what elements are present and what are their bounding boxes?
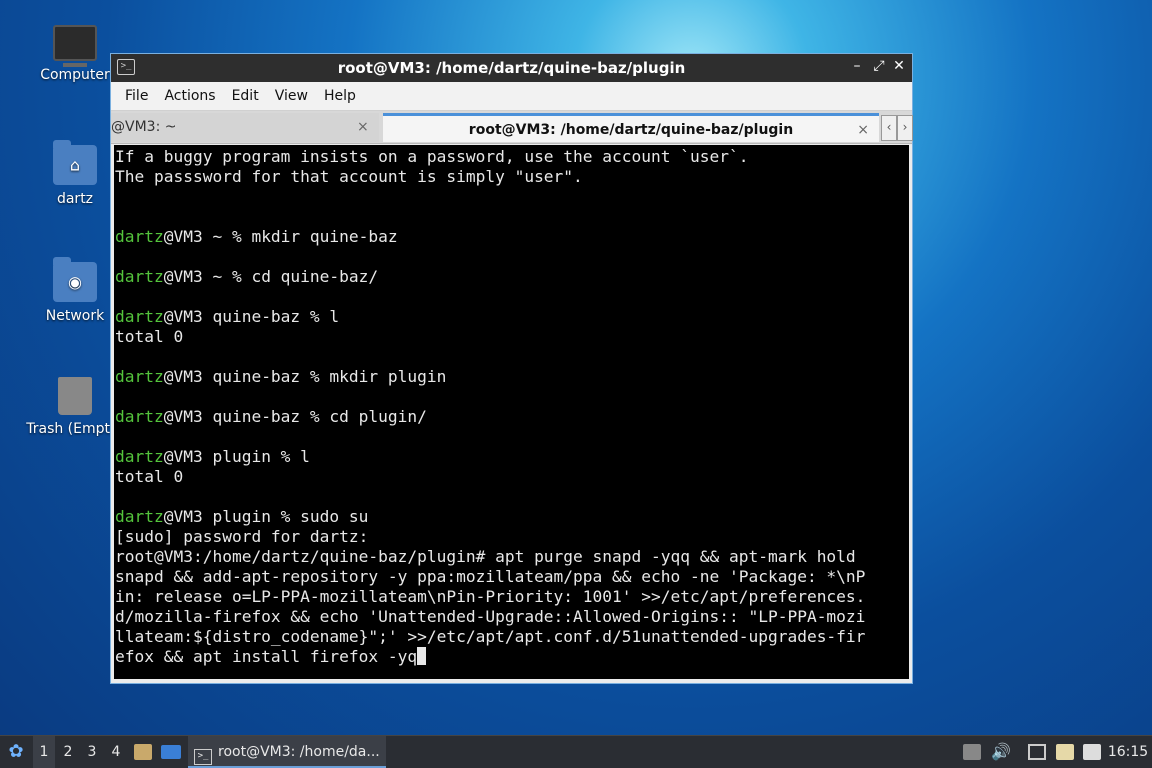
taskbar-terminal-button[interactable]: >_ root@VM3: /home/da... <box>188 736 386 768</box>
terminal-line: dartz@VM3 quine-baz % l <box>115 307 909 327</box>
terminal-line-text: efox && apt install firefox -yq <box>115 647 418 666</box>
terminal-line-text: @VM3 ~ % cd quine-baz/ <box>163 267 379 286</box>
terminal-line-text: The passsword for that account is simply… <box>115 167 583 186</box>
taskbar: ✿ 1 2 3 4 >_ root@VM3: /home/da... 🔊 16:1… <box>0 735 1152 768</box>
tab-home[interactable]: @VM3: ~ × <box>111 113 379 142</box>
computer-icon <box>53 25 97 67</box>
tab-scroll-right-button[interactable]: › <box>897 115 913 141</box>
minimize-button[interactable]: – <box>848 58 866 74</box>
terminal-line: d/mozilla-firefox && echo 'Unattended-Up… <box>115 607 909 627</box>
prompt-user: dartz <box>115 307 164 326</box>
terminal-icon: >_ <box>194 749 212 765</box>
terminal-line: llateam:${distro_codename}";' >>/etc/apt… <box>115 627 909 647</box>
terminal-window: >_ root@VM3: /home/dartz/quine-baz/plugi… <box>110 53 913 684</box>
notification-icon[interactable] <box>1083 744 1101 760</box>
terminal-line-text: [sudo] password for dartz: <box>115 527 369 546</box>
terminal-cursor <box>417 647 427 665</box>
tab-label: root@VM3: /home/dartz/quine-baz/plugin <box>468 122 794 138</box>
terminal-line-text: in: release o=LP-PPA-mozillateam\nPin-Pr… <box>115 587 866 606</box>
tab-plugin[interactable]: root@VM3: /home/dartz/quine-baz/plugin × <box>383 113 879 142</box>
terminal-line: total 0 <box>115 327 909 347</box>
prompt-user: dartz <box>115 267 164 286</box>
terminal-line-text: @VM3 ~ % mkdir quine-baz <box>163 227 398 246</box>
menu-edit[interactable]: Edit <box>224 88 267 104</box>
file-manager-icon[interactable] <box>134 736 156 768</box>
trash-icon <box>58 377 92 415</box>
terminal-line-text: @VM3 quine-baz % l <box>163 307 340 326</box>
terminal-line-text: total 0 <box>115 327 184 346</box>
menu-actions[interactable]: Actions <box>156 88 223 104</box>
workspace-2[interactable]: 2 <box>57 736 79 768</box>
terminal-line: [sudo] password for dartz: <box>115 527 909 547</box>
home-folder-icon: ⌂ <box>53 140 97 185</box>
terminal-line-text: If a buggy program insists on a password… <box>115 147 749 166</box>
clock[interactable]: 16:15 <box>1106 736 1150 768</box>
terminal-line: dartz@VM3 plugin % sudo su <box>115 507 909 527</box>
terminal-line-text: llateam:${distro_codename}";' >>/etc/apt… <box>115 627 866 646</box>
terminal-line: dartz@VM3 quine-baz % cd plugin/ <box>115 407 909 427</box>
network-folder-icon: ◉ <box>53 257 97 302</box>
terminal-text: If a buggy program insists on a password… <box>114 145 909 667</box>
terminal-line-text: @VM3 quine-baz % mkdir plugin <box>163 367 447 386</box>
workspace-1[interactable]: 1 <box>33 736 55 768</box>
upload-icon[interactable] <box>963 744 981 760</box>
terminal-line: snapd && add-apt-repository -y ppa:mozil… <box>115 567 909 587</box>
prompt-user: dartz <box>115 447 164 466</box>
terminal-line: dartz@VM3 plugin % l <box>115 447 909 467</box>
terminal-line: in: release o=LP-PPA-mozillateam\nPin-Pr… <box>115 587 909 607</box>
terminal-line: dartz@VM3 ~ % cd quine-baz/ <box>115 267 909 287</box>
menu-bar: File Actions Edit View Help <box>111 82 912 111</box>
tab-bar: @VM3: ~ × root@VM3: /home/dartz/quine-ba… <box>111 111 913 144</box>
tab-label: @VM3: ~ <box>111 119 177 135</box>
taskbar-task-label: root@VM3: /home/da... <box>218 744 380 760</box>
terminal-line: efox && apt install firefox -yq <box>115 647 909 667</box>
tab-close-icon[interactable]: × <box>357 113 369 141</box>
terminal-output[interactable]: If a buggy program insists on a password… <box>114 145 909 679</box>
prompt-user: dartz <box>115 407 164 426</box>
terminal-line: dartz@VM3 ~ % mkdir quine-baz <box>115 227 909 247</box>
prompt-user: dartz <box>115 227 164 246</box>
terminal-line-text: snapd && add-apt-repository -y ppa:mozil… <box>115 567 866 586</box>
terminal-line-text: @VM3 quine-baz % cd plugin/ <box>163 407 427 426</box>
volume-icon[interactable]: 🔊 <box>990 736 1012 768</box>
start-menu-icon[interactable]: ✿ <box>4 736 28 768</box>
prompt-user: dartz <box>115 367 164 386</box>
terminal-line-text: @VM3 plugin % l <box>163 447 310 466</box>
menu-file[interactable]: File <box>117 88 156 104</box>
window-title: root@VM3: /home/dartz/quine-baz/plugin <box>337 59 686 77</box>
workspace-4[interactable]: 4 <box>105 736 127 768</box>
close-button[interactable]: ✕ <box>890 58 908 74</box>
terminal-line-text: @VM3 plugin % sudo su <box>163 507 369 526</box>
tab-close-icon[interactable]: × <box>857 116 869 142</box>
terminal-line-text: total 0 <box>115 467 184 486</box>
show-desktop-icon[interactable] <box>161 736 183 768</box>
terminal-line: total 0 <box>115 467 909 487</box>
tab-scroll-left-button[interactable]: ‹ <box>881 115 897 141</box>
terminal-line: root@VM3:/home/dartz/quine-baz/plugin# a… <box>115 547 909 567</box>
terminal-line: The passsword for that account is simply… <box>115 167 909 187</box>
prompt-user: dartz <box>115 507 164 526</box>
network-icon[interactable] <box>1028 744 1046 760</box>
terminal-line-text: root@VM3:/home/dartz/quine-baz/plugin# a… <box>115 547 856 566</box>
menu-help[interactable]: Help <box>316 88 364 104</box>
terminal-line: dartz@VM3 quine-baz % mkdir plugin <box>115 367 909 387</box>
terminal-line-text: d/mozilla-firefox && echo 'Unattended-Up… <box>115 607 866 626</box>
clipboard-icon[interactable] <box>1056 744 1074 760</box>
terminal-line: If a buggy program insists on a password… <box>115 147 909 167</box>
window-titlebar[interactable]: >_ root@VM3: /home/dartz/quine-baz/plugi… <box>111 54 912 82</box>
workspace-3[interactable]: 3 <box>81 736 103 768</box>
maximize-button[interactable]: ⤢ <box>870 58 888 74</box>
menu-view[interactable]: View <box>267 88 316 104</box>
